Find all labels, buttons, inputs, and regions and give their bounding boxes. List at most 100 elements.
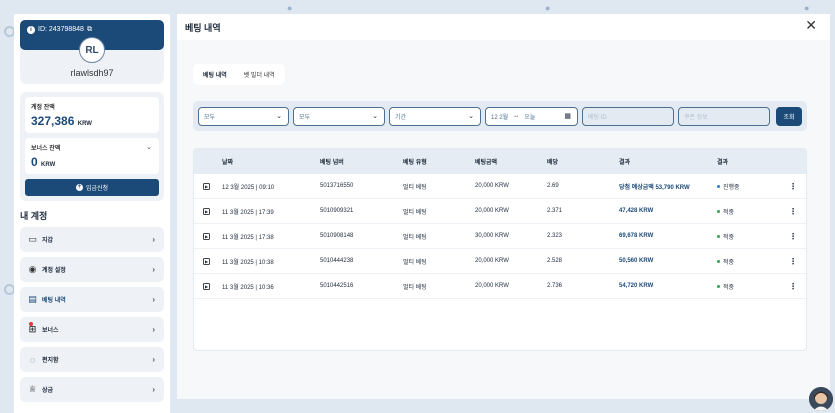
cell-bet-number: 5010909321 [320, 208, 354, 214]
chevron-right-icon: › [152, 325, 155, 334]
sidebar-item-prize[interactable]: ♕ 상금 › [20, 377, 164, 402]
username: rlawlsdh97 [70, 68, 114, 78]
expand-icon[interactable]: ▶ [203, 282, 210, 290]
tab-bet-history[interactable]: 베팅 내역 [196, 67, 234, 82]
cell-bet-number: 5010444238 [320, 258, 354, 264]
chevron-right-icon: › [152, 235, 155, 244]
filter-select-2[interactable]: 모두 ⌄ [293, 106, 385, 126]
cell-result: 47,428 KRW [619, 208, 654, 214]
account-balance-amount: 327,386 [31, 114, 75, 128]
sidebar: i ID: 243798848 ⧉ RL rlawlsdh97 계정 잔액 32… [14, 14, 170, 413]
more-icon[interactable]: ⋮ [783, 182, 803, 191]
cell-status: 적중 [717, 232, 783, 241]
tab-bet-builder-history[interactable]: 벳 빌더 내역 [237, 67, 282, 82]
chevron-down-icon: ⌄ [276, 113, 282, 120]
support-chat-avatar[interactable] [809, 387, 833, 411]
bet-history-table: 날짜 베팅 넘버 베팅 유형 베팅금액 배당 결과 결과 ▶ 12 3월 202… [193, 148, 807, 351]
deposit-button[interactable]: + 입금신청 [25, 179, 159, 196]
more-icon[interactable]: ⋮ [783, 232, 803, 241]
tab-bar: 베팅 내역 벳 빌더 내역 [193, 64, 285, 85]
date-range-picker[interactable]: 12 2월 ↔ 오늘 ▦ [485, 106, 578, 126]
expand-cell: ▶ [194, 282, 222, 290]
sidebar-item-bet-history[interactable]: ▤ 베팅 내역 › [20, 287, 164, 312]
user-id: ID: 243798848 [38, 26, 84, 33]
sidebar-item-label: 베팅 내역 [42, 298, 66, 304]
search-button[interactable]: 조회 [776, 106, 802, 126]
account-balance-label: 계정 잔액 [31, 105, 55, 111]
support-agent-icon [809, 387, 833, 411]
info-icon: i [27, 26, 35, 34]
cell-odds: 2.371 [547, 208, 563, 214]
more-icon[interactable]: ⋮ [783, 282, 803, 291]
table-row[interactable]: ▶ 12 3월 2025 | 09:10 5013716550 멀티 베팅 20… [194, 174, 806, 199]
header-result: 결과 [619, 160, 631, 166]
sidebar-item-wallet[interactable]: ▭ 지갑 › [20, 227, 164, 252]
status-text: 적중 [723, 234, 735, 241]
period-select-value: 기간 [395, 114, 407, 121]
account-balance-unit: KRW [77, 121, 92, 127]
table-row[interactable]: ▶ 11 3월 2025 | 17:38 5010908148 멀티 베팅 30… [194, 224, 806, 249]
user-settings-icon: ◉ [28, 264, 37, 274]
date-to: 오늘 [524, 114, 536, 121]
sidebar-item-label: 지갑 [42, 238, 54, 244]
close-icon[interactable]: ✕ [805, 17, 817, 34]
bonus-balance-amount: 0 [31, 155, 38, 169]
expand-icon[interactable]: ▶ [203, 232, 210, 240]
sidebar-item-bonus[interactable]: ⊞ 보너스 › [20, 317, 164, 342]
bet-history-icon: ▤ [28, 294, 37, 304]
cell-bet-number: 5010442516 [320, 283, 354, 289]
status-text: 적중 [723, 209, 735, 216]
status-dot [717, 235, 720, 239]
filter-select-value: 모두 [299, 114, 311, 121]
wallet-icon: ▭ [28, 234, 37, 244]
chevron-down-icon: ⌄ [372, 113, 378, 120]
header-status: 결과 [717, 160, 729, 166]
sidebar-item-label: 계정 설정 [42, 268, 66, 274]
coupon-input[interactable]: 쿠폰 정보 [678, 106, 770, 126]
status-dot [717, 260, 720, 264]
table-row[interactable]: ▶ 11 3월 2025 | 10:36 5010442516 멀티 베팅 20… [194, 274, 806, 299]
chevron-right-icon: › [152, 265, 155, 274]
bonus-balance-card[interactable]: 보너스 잔액 ⌄ 0 KRW [25, 138, 159, 174]
expand-icon[interactable]: ▶ [203, 207, 210, 215]
sidebar-item-label: 편지함 [42, 358, 59, 364]
period-select[interactable]: 기간 ⌄ [389, 106, 481, 126]
status-dot [717, 285, 720, 289]
calendar-icon[interactable]: ▦ [564, 112, 571, 120]
sidebar-item-label: 상금 [42, 388, 54, 394]
expand-cell: ▶ [194, 207, 222, 215]
expand-cell: ▶ [194, 232, 222, 240]
cell-status: 진행중 [717, 182, 783, 191]
bonus-balance-unit: KRW [41, 162, 56, 168]
bg-dot: ● [287, 3, 293, 13]
cell-result: 50,560 KRW [619, 258, 654, 264]
bonus-balance-value: 0 KRW [31, 155, 153, 169]
date-range-arrow: ↔ [513, 113, 520, 119]
account-balance-card: 계정 잔액 327,386 KRW [25, 97, 159, 133]
sidebar-item-account-settings[interactable]: ◉ 계정 설정 › [20, 257, 164, 282]
copy-icon[interactable]: ⧉ [87, 26, 92, 34]
chevron-right-icon: › [152, 355, 155, 364]
chevron-down-icon[interactable]: ⌄ [146, 143, 152, 151]
bet-id-input[interactable]: 베팅 ID [582, 106, 674, 126]
main-panel: 베팅 내역 ✕ 베팅 내역 벳 빌더 내역 모두 ⌄ 모두 ⌄ 기간 ⌄ 12 … [177, 14, 830, 399]
table-row[interactable]: ▶ 11 3월 2025 | 10:38 5010444238 멀티 베팅 20… [194, 249, 806, 274]
status-dot [717, 210, 720, 214]
cell-status: 적중 [717, 282, 783, 291]
chevron-right-icon: › [152, 295, 155, 304]
bonus-balance-label: 보너스 잔액 [31, 146, 61, 152]
more-icon[interactable]: ⋮ [783, 257, 803, 266]
status-text: 적중 [723, 259, 735, 266]
filter-select-1[interactable]: 모두 ⌄ [198, 106, 289, 126]
cell-amount: 30,000 KRW [475, 233, 509, 239]
expand-icon[interactable]: ▶ [203, 182, 210, 190]
avatar[interactable]: RL [79, 37, 105, 63]
table-row[interactable]: ▶ 11 3월 2025 | 17:39 5010909321 멀티 베팅 20… [194, 199, 806, 224]
message-icon: ◌ [29, 354, 36, 365]
cell-date: 11 3월 2025 | 10:36 [222, 284, 274, 291]
expand-icon[interactable]: ▶ [203, 257, 210, 265]
filter-bar: 모두 ⌄ 모두 ⌄ 기간 ⌄ 12 2월 ↔ 오늘 ▦ 베팅 ID 쿠폰 정보 … [193, 101, 807, 131]
more-icon[interactable]: ⋮ [783, 207, 803, 216]
cell-date: 11 3월 2025 | 10:38 [222, 259, 274, 266]
sidebar-item-messages[interactable]: ◌ 편지함 › [20, 347, 164, 372]
